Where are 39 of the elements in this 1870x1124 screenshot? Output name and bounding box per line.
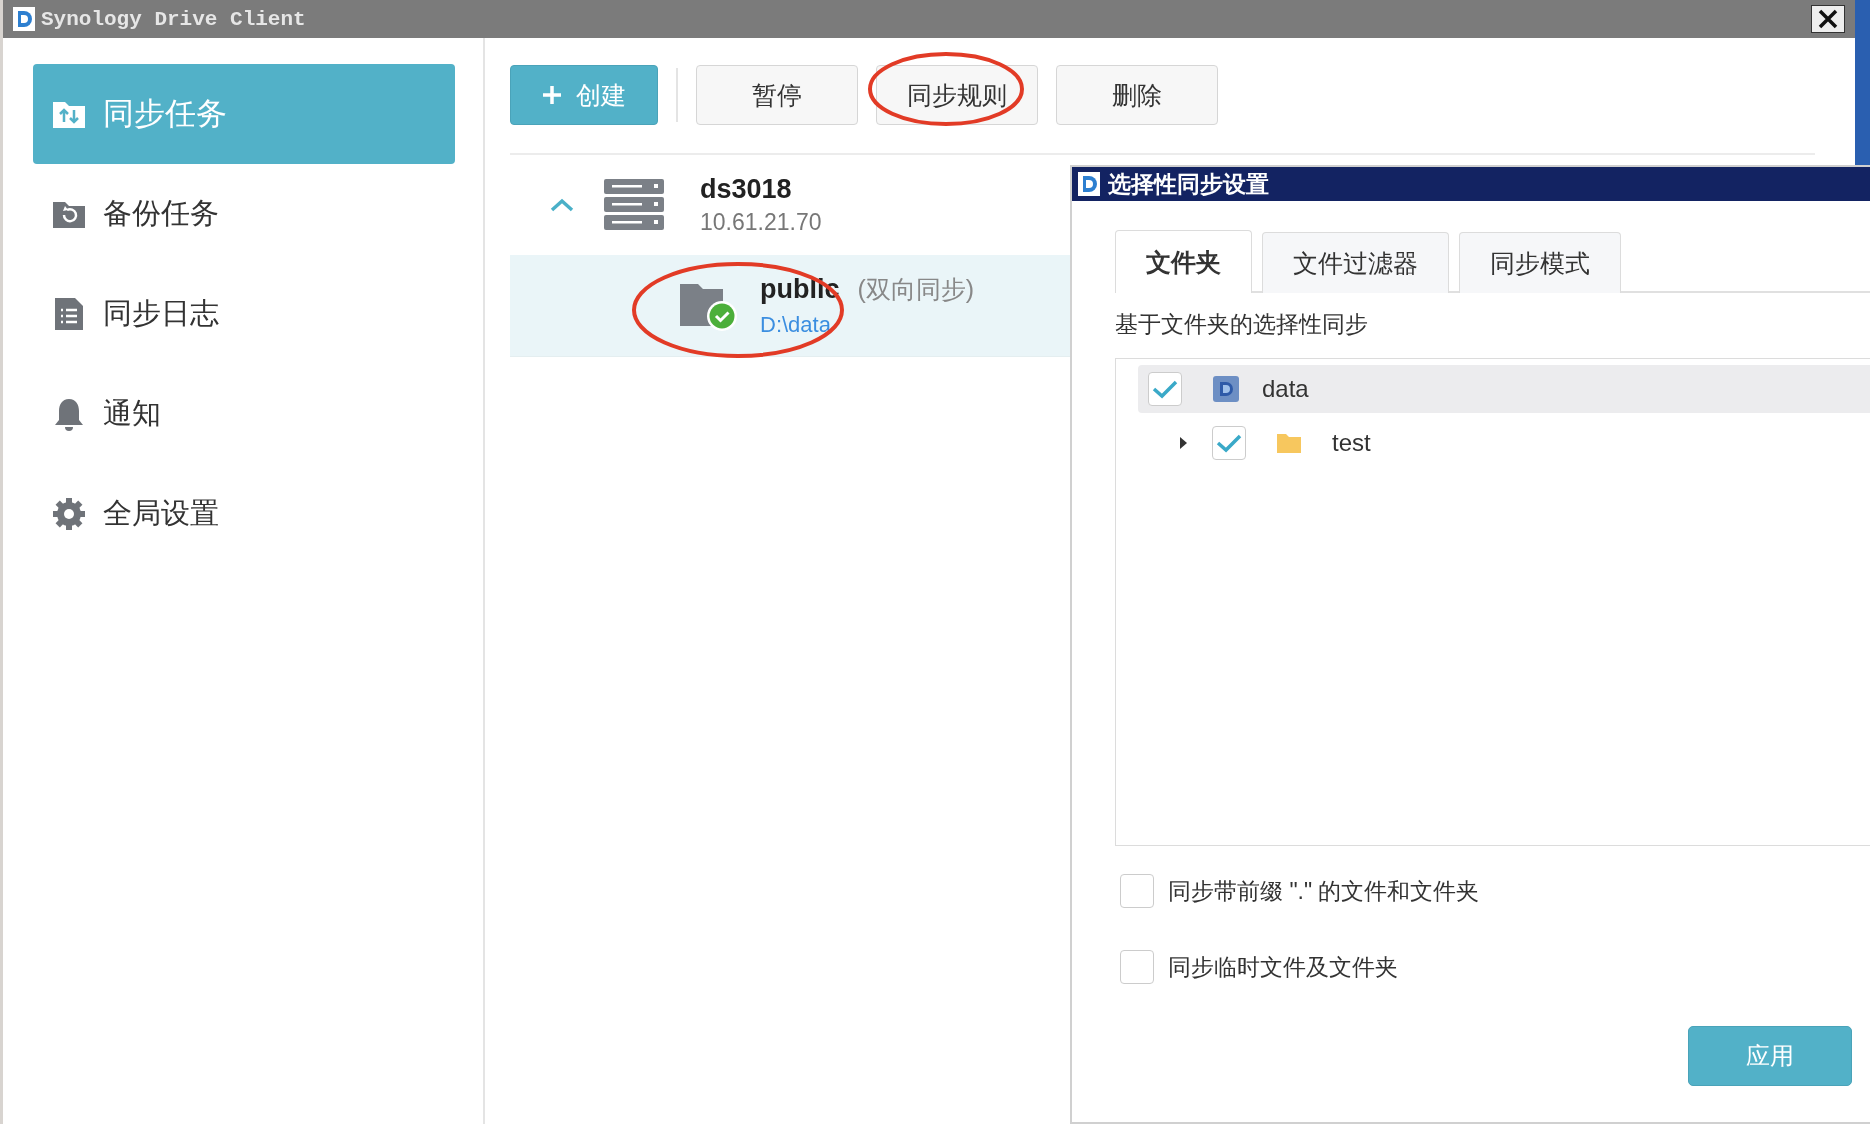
server-icon xyxy=(604,179,664,231)
toolbar-button[interactable]: 同步规则 xyxy=(876,65,1038,125)
drive-icon xyxy=(1212,375,1240,403)
checkbox[interactable] xyxy=(1120,874,1154,908)
option-label: 同步带前缀 "." 的文件和文件夹 xyxy=(1168,876,1480,906)
plus-icon xyxy=(542,85,562,105)
folder-icon xyxy=(1276,432,1302,454)
dialog-title: 选择性同步设置 xyxy=(1108,169,1269,199)
window-title: Synology Drive Client xyxy=(41,7,307,31)
sidebar-item[interactable]: 同步日志 xyxy=(33,264,455,364)
checkbox[interactable] xyxy=(1212,426,1246,460)
check-icon xyxy=(1152,379,1178,399)
chevron-up-icon[interactable] xyxy=(550,198,574,212)
check-icon xyxy=(1216,433,1242,453)
sync-mode-label: (双向同步) xyxy=(857,274,975,305)
gear-icon xyxy=(51,496,87,532)
app-logo-icon xyxy=(13,7,35,31)
sidebar-item[interactable]: 通知 xyxy=(33,364,455,464)
tree-label: data xyxy=(1262,375,1309,403)
tree-label: test xyxy=(1332,429,1371,457)
toolbar-button[interactable]: 暂停 xyxy=(696,65,858,125)
checkbox[interactable] xyxy=(1120,950,1154,984)
caret-right-icon[interactable] xyxy=(1178,435,1188,451)
sidebar-item[interactable]: 全局设置 xyxy=(33,464,455,564)
app-logo-icon xyxy=(1078,172,1100,196)
section-description: 基于文件夹的选择性同步 xyxy=(1115,310,1369,339)
server-name: ds3018 xyxy=(700,174,793,205)
sidebar-item[interactable]: 备份任务 xyxy=(33,164,455,264)
option-label: 同步临时文件及文件夹 xyxy=(1168,952,1398,982)
tree-row[interactable]: test xyxy=(1138,419,1870,467)
toolbar-button[interactable]: 删除 xyxy=(1056,65,1218,125)
checkbox[interactable] xyxy=(1148,372,1182,406)
server-address: 10.61.21.70 xyxy=(700,209,822,236)
tree-row[interactable]: data xyxy=(1138,365,1870,413)
close-button[interactable] xyxy=(1811,5,1845,33)
close-icon xyxy=(1818,9,1838,29)
tab[interactable]: 文件过滤器 xyxy=(1262,232,1449,293)
tab[interactable]: 同步模式 xyxy=(1459,232,1621,293)
tab[interactable]: 文件夹 xyxy=(1115,230,1252,293)
